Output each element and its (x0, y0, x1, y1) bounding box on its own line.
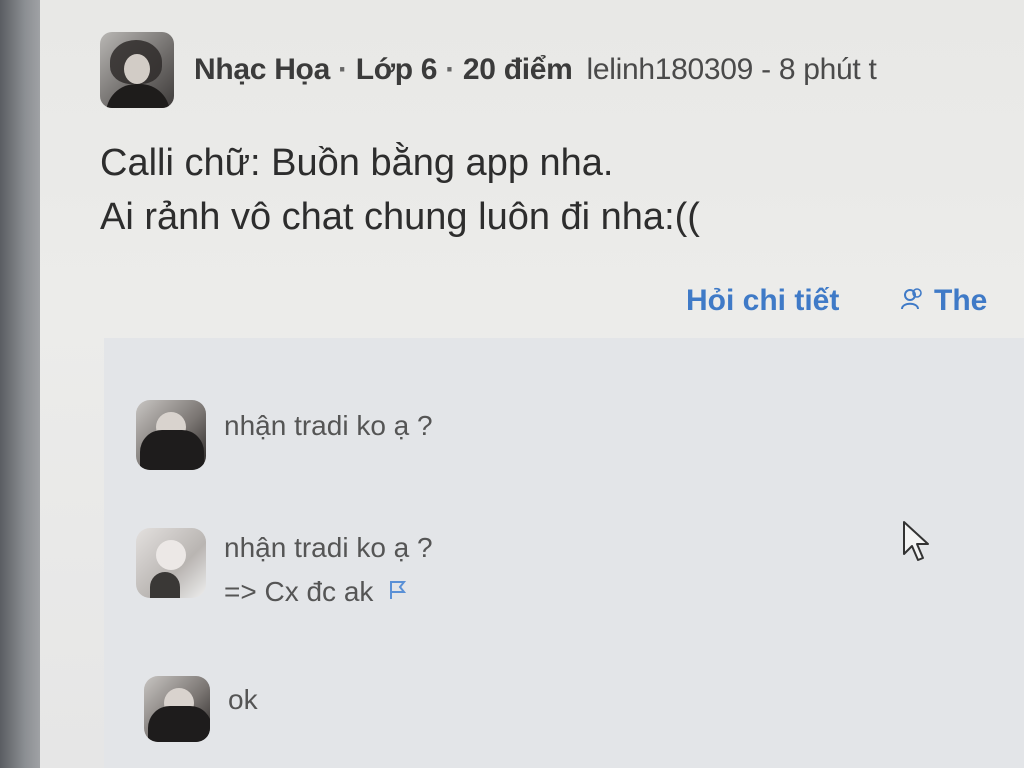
question-text: Calli chữ: Buồn bằng app nha. Ai rảnh vô… (100, 136, 700, 244)
points-label: 20 điểm (462, 53, 573, 86)
comment-item: nhận tradi ko ạ ? => Cx đc ak (136, 528, 433, 616)
comment-body: nhận tradi ko ạ ? => Cx đc ak (224, 526, 433, 616)
users-icon (900, 284, 934, 317)
question-line-1: Calli chữ: Buồn bằng app nha. (100, 142, 614, 184)
author-avatar[interactable] (100, 32, 174, 108)
mouse-pointer-icon (902, 520, 932, 566)
comment-text: ok (228, 684, 258, 715)
subject-label[interactable]: Nhạc Họa (194, 53, 330, 86)
author-time[interactable]: lelinh180309 - 8 phút t (587, 53, 877, 86)
comment-text: nhận tradi ko ạ ? (224, 410, 433, 441)
commenter-avatar[interactable] (136, 400, 206, 470)
reply-text: => Cx đc ak (224, 576, 374, 607)
flag-icon[interactable] (387, 572, 409, 616)
post-header: Nhạc Họa · Lớp 6 · 20 điểm lelinh180309 - 8 p… (100, 32, 877, 108)
follow-label: The (934, 284, 988, 317)
comment-item: nhận tradi ko ạ ? (136, 400, 433, 470)
commenter-avatar[interactable] (136, 528, 206, 598)
reply-line: => Cx đc ak (224, 570, 433, 616)
follow-link[interactable]: The (900, 284, 988, 317)
post-meta: Nhạc Họa · Lớp 6 · 20 điểm lelinh180309 - 8 p… (194, 53, 877, 86)
ask-detail-link[interactable]: Hỏi chi tiết (686, 284, 839, 317)
quoted-text: nhận tradi ko ạ ? (224, 532, 433, 563)
comments-section: nhận tradi ko ạ ? nhận tradi ko ạ ? => C… (104, 338, 1024, 768)
grade-label[interactable]: Lớp 6 (356, 53, 438, 86)
commenter-avatar[interactable] (144, 676, 210, 742)
comment-item: ok (144, 676, 258, 742)
question-line-2: Ai rảnh vô chat chung luôn đi nha:(( (100, 196, 700, 238)
question-card: Nhạc Họa · Lớp 6 · 20 điểm lelinh180309 - 8 p… (40, 0, 1024, 768)
question-actions: Hỏi chi tiết The (686, 284, 987, 318)
